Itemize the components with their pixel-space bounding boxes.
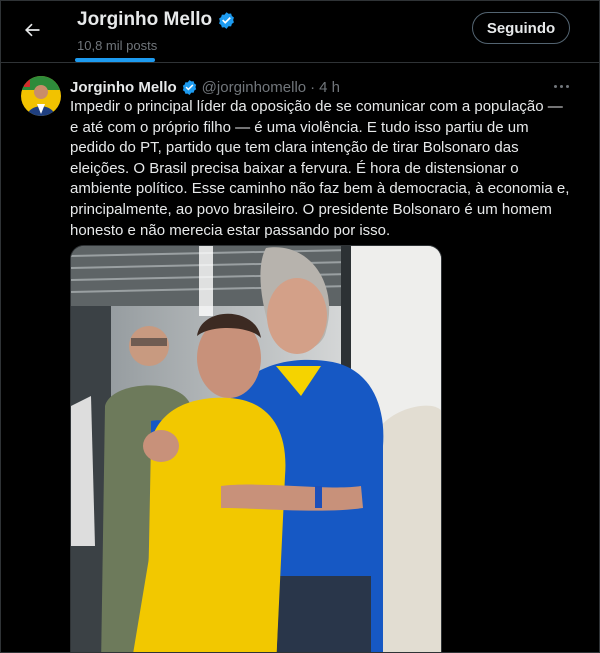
avatar[interactable]: [21, 76, 61, 116]
tweet-text-line: honesto e não merecia estar passando por…: [70, 221, 391, 239]
tweet-text: Impedir o principal líder da oposição de…: [70, 97, 580, 241]
tweet-text-line: ambiente político. Esse caminho não faz …: [70, 180, 570, 198]
profile-name: Jorginho Mello: [77, 9, 213, 30]
dot: [559, 84, 563, 88]
verified-badge-icon: [219, 11, 235, 29]
author-handle[interactable]: @jorginhomello: [202, 79, 306, 96]
post-count: 10,8 mil posts: [77, 38, 158, 53]
following-button[interactable]: Seguindo: [472, 12, 570, 44]
tweet-text-line: e até com o próprio filho — é uma violên…: [70, 118, 529, 136]
header-divider: [1, 62, 599, 63]
tweet-text-line: pedido do PT, partido que tem clara inte…: [70, 139, 519, 157]
meta-separator: ·: [310, 78, 316, 96]
tweet-photo[interactable]: [70, 245, 442, 652]
verified-badge-icon: [182, 79, 196, 95]
tweet-header: Jorginho Mello @jorginhomello · 4 h: [70, 76, 340, 98]
more-options-button[interactable]: [550, 77, 572, 95]
tweet-time[interactable]: 4 h: [319, 79, 340, 96]
dot: [565, 84, 569, 88]
tweet-text-line: eleições. O Brasil precisa baixar a ferv…: [70, 159, 519, 177]
back-button[interactable]: [15, 13, 49, 47]
tweet-text-line: principalmente, ao povo brasileiro. O pr…: [70, 200, 552, 218]
more-horizontal-icon: [553, 84, 557, 88]
profile-header: Jorginho Mello 10,8 mil posts Seguindo: [1, 1, 599, 62]
author-name[interactable]: Jorginho Mello: [70, 79, 177, 96]
profile-title: Jorginho Mello: [77, 9, 236, 31]
arrow-left-icon: [25, 23, 40, 37]
profile-window: Jorginho Mello 10,8 mil posts Seguindo J…: [0, 0, 600, 653]
tweet-text-line: Impedir o principal líder da oposição de…: [70, 98, 563, 115]
